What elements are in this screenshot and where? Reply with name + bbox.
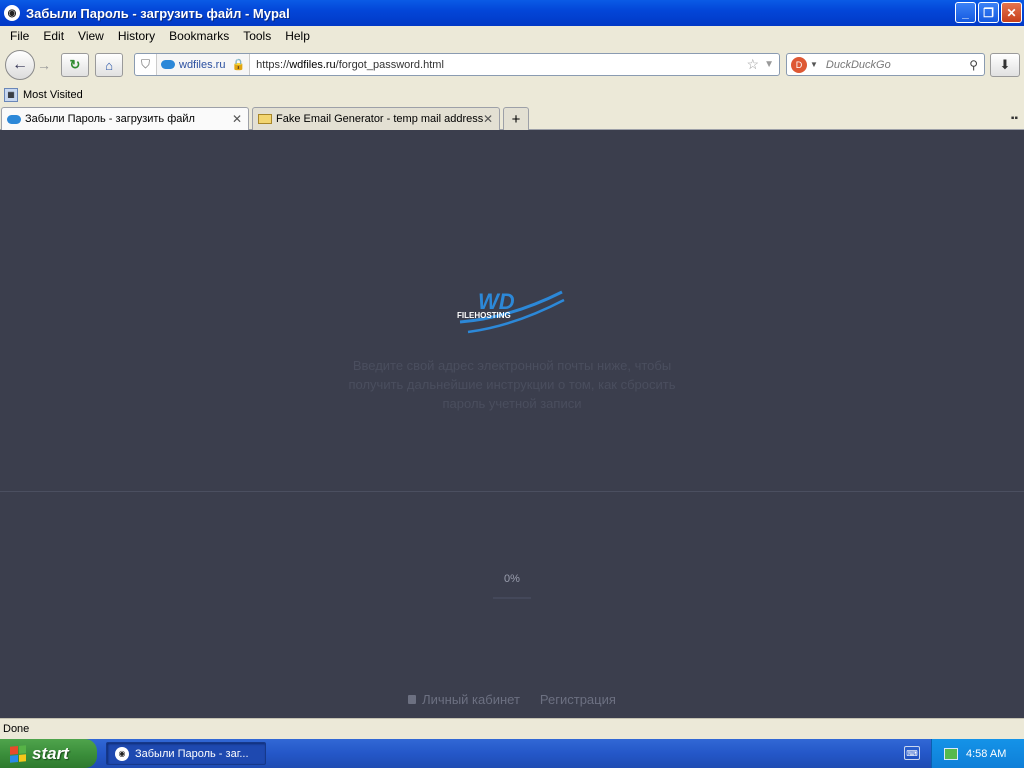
window-titlebar[interactable]: ◉ Забыли Пароль - загрузить файл - Mypal…	[0, 0, 1024, 26]
progress-bar	[493, 597, 531, 599]
mail-icon	[258, 114, 272, 124]
windows-taskbar: start ◉ Забыли Пароль - заг... ⌨ 4:58 AM	[0, 739, 1024, 768]
site-identity-button[interactable]: wdfiles.ru 🔒	[157, 54, 251, 75]
home-icon: ⌂	[105, 57, 113, 73]
reload-icon: ↻	[69, 57, 81, 72]
site-cloud-icon	[161, 60, 175, 69]
section-divider	[0, 491, 1024, 492]
start-button[interactable]: start	[0, 739, 97, 768]
url-host: wdfiles.ru	[289, 58, 336, 71]
taskbar-window-label: Забыли Пароль - заг...	[135, 747, 249, 760]
tab-list-icon[interactable]: ▪▪	[1011, 113, 1018, 124]
maximize-button[interactable]: ❐	[978, 2, 999, 23]
search-engine-dropdown-icon[interactable]: ▼	[810, 60, 818, 69]
most-visited-icon: ▦	[4, 87, 18, 102]
close-button[interactable]: ✕	[1001, 2, 1022, 23]
menu-edit[interactable]: Edit	[36, 29, 71, 43]
personal-cabinet-label: Личный кабинет	[422, 692, 520, 707]
menu-bar: File Edit View History Bookmarks Tools H…	[0, 26, 1024, 46]
lock-icon: 🔒	[231, 59, 246, 71]
url-dropdown-icon[interactable]: ▼	[764, 59, 774, 70]
url-bar[interactable]: ⛉ wdfiles.ru 🔒 https://wdfiles.ru/forgot…	[134, 53, 780, 76]
clock[interactable]: 4:58 AM	[966, 748, 1006, 760]
forward-button[interactable]: →	[33, 54, 55, 76]
search-placeholder: DuckDuckGo	[825, 58, 891, 71]
download-arrow-icon: ⬇	[999, 57, 1011, 72]
personal-cabinet-link[interactable]: Личный кабинет	[408, 692, 520, 707]
navigation-toolbar: ← → ↻ ⌂ ⛉ wdfiles.ru 🔒 https://wdfiles.r…	[0, 46, 1024, 84]
windows-flag-icon	[10, 744, 26, 763]
mypal-app-icon: ◉	[4, 5, 20, 21]
network-icon[interactable]	[944, 747, 958, 760]
window-controls: _ ❐ ✕	[955, 2, 1022, 23]
most-visited-link[interactable]: Most Visited	[23, 89, 83, 101]
page-content: WD FILEHOSTING Введите свой адрес электр…	[0, 130, 1024, 718]
wdfiles-cloud-icon	[7, 114, 21, 124]
menu-history[interactable]: History	[111, 29, 162, 43]
tab-fake-email-generator[interactable]: Fake Email Generator - temp mail address…	[252, 107, 500, 130]
menu-file[interactable]: File	[3, 29, 36, 43]
lock-icon	[408, 695, 417, 704]
home-button[interactable]: ⌂	[95, 53, 123, 77]
menu-view[interactable]: View	[71, 29, 111, 43]
bookmark-star-icon[interactable]: ☆	[746, 56, 759, 73]
shield-icon[interactable]: ⛉	[135, 54, 157, 75]
system-tray: 4:58 AM	[931, 739, 1024, 768]
search-box[interactable]: D ▼ DuckDuckGo ⚲	[786, 53, 985, 76]
url-path: /forgot_password.html	[335, 58, 444, 71]
window-title: Забыли Пароль - загрузить файл - Mypal	[26, 5, 290, 21]
footer-links: Личный кабинет Регистрация	[0, 692, 1024, 707]
wd-filehosting-logo: WD FILEHOSTING	[457, 289, 565, 334]
status-bar: Done	[0, 718, 1024, 739]
progress-label: 0%	[504, 573, 520, 585]
tab-close-icon[interactable]: ✕	[483, 112, 493, 126]
back-arrow-icon: ←	[12, 56, 28, 73]
minimize-button[interactable]: _	[955, 2, 976, 23]
logo-sub: FILEHOSTING	[457, 311, 511, 320]
tab-strip: Забыли Пароль - загрузить файл ✕ Fake Em…	[0, 105, 1024, 130]
tab-label: Fake Email Generator - temp mail address	[276, 113, 484, 125]
url-text[interactable]: https://wdfiles.ru/forgot_password.html	[256, 59, 444, 71]
start-label: start	[32, 743, 69, 763]
tab-close-icon[interactable]: ✕	[232, 112, 242, 126]
site-identity-label: wdfiles.ru	[179, 58, 226, 71]
reload-button[interactable]: ↻	[61, 53, 89, 77]
menu-help[interactable]: Help	[278, 29, 317, 43]
duckduckgo-icon[interactable]: D	[791, 56, 807, 73]
search-icon[interactable]: ⚲	[969, 58, 978, 72]
url-prefix: https://	[256, 58, 290, 71]
register-link[interactable]: Регистрация	[540, 692, 616, 707]
status-text: Done	[3, 723, 30, 735]
downloads-button[interactable]: ⬇	[990, 53, 1020, 77]
bookmarks-toolbar: ▦ Most Visited	[0, 84, 1024, 105]
new-tab-button[interactable]: +	[503, 107, 529, 130]
forward-arrow-icon: →	[37, 57, 51, 73]
tab-label: Забыли Пароль - загрузить файл	[25, 113, 195, 125]
taskbar-window-button[interactable]: ◉ Забыли Пароль - заг...	[106, 742, 266, 765]
tab-forgot-password[interactable]: Забыли Пароль - загрузить файл ✕	[1, 107, 249, 130]
instructions-text: Введите свой адрес электронной почты ниж…	[348, 358, 676, 411]
menu-bookmarks[interactable]: Bookmarks	[162, 29, 236, 43]
back-button[interactable]: ←	[5, 50, 35, 80]
mypal-app-icon: ◉	[115, 746, 129, 761]
keyboard-icon[interactable]: ⌨	[904, 746, 920, 760]
menu-tools[interactable]: Tools	[236, 29, 278, 43]
plus-icon: +	[511, 110, 521, 128]
